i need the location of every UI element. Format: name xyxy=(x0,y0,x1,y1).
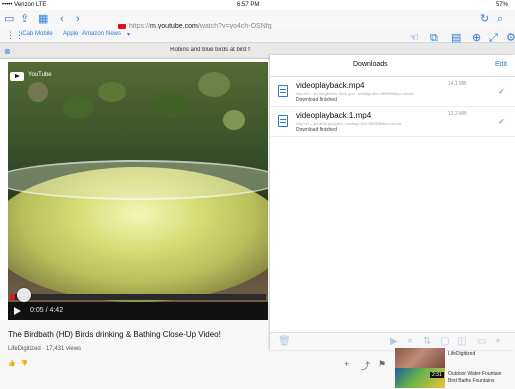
reaction-icons: 👍 · 👎 xyxy=(8,361,29,367)
related-video-title[interactable]: LifeDigitized xyxy=(448,351,475,357)
browser-window: ••••• Verizon LTE 6:57 PM 57% ▭ ⇪ ▦ ‹ › … xyxy=(0,0,515,389)
download-status: Download finished xyxy=(296,127,337,133)
downloads-toolbar: 🗑 ▶ × ⇅ ▢ ◫ ▭ + xyxy=(270,332,515,350)
reload-icon[interactable]: ↻ xyxy=(480,14,489,25)
download-size: 14.1 MB xyxy=(448,81,467,87)
bookmark-icab-mobile[interactable]: iCab Mobile xyxy=(21,31,53,37)
play-icon[interactable]: ▶ xyxy=(390,336,398,347)
related-video-duration: 2:31 xyxy=(430,372,444,378)
downloads-title: Downloads xyxy=(353,61,388,68)
flag-icon[interactable]: ⚑ xyxy=(378,359,386,370)
download-item[interactable]: videoplayback.mp4 14.1 MB http://r2---sn… xyxy=(270,77,515,107)
transfer-icon[interactable]: ⇅ xyxy=(423,336,431,347)
folder-icon[interactable]: ▢ xyxy=(440,336,449,347)
status-bar: ••••• Verizon LTE 6:57 PM 57% xyxy=(0,0,515,10)
birdbath-video-frame xyxy=(8,62,268,302)
search-icon[interactable]: ⌕ xyxy=(497,14,503,25)
delete-icon[interactable]: × xyxy=(407,336,413,347)
browser-toolbar: ▭ ⇪ ▦ ‹ › https://m.youtube.com/watch?v=… xyxy=(0,10,515,30)
battery-label: 57% xyxy=(495,2,508,8)
trash-icon[interactable]: 🗑 xyxy=(278,336,291,347)
video-title[interactable]: The Birdbath (HD) Birds drinking & Bathi… xyxy=(8,330,221,339)
youtube-logo-icon[interactable] xyxy=(10,72,24,81)
video-progress-fill xyxy=(10,294,16,300)
download-status: Download finished xyxy=(296,97,337,103)
downloads-header: Downloads Edit xyxy=(270,55,515,77)
window-icon[interactable]: ▭ xyxy=(477,336,486,347)
sidebar-icon[interactable]: ▭ xyxy=(4,14,14,25)
downloads-panel: Downloads Edit videoplayback.mp4 14.1 MB… xyxy=(270,55,515,350)
back-arrow-icon[interactable]: ‹ xyxy=(60,14,64,25)
news-dropdown-icon[interactable]: ▾ xyxy=(127,31,130,38)
checkmark-icon: ✓ xyxy=(498,87,505,96)
video-progress-handle[interactable] xyxy=(17,288,31,302)
forward-arrow-icon[interactable]: › xyxy=(76,14,80,25)
related-video-title[interactable]: Outdoor Water Fountain xyxy=(448,371,501,377)
plus-icon[interactable]: + xyxy=(495,336,501,347)
download-url: http://r2---sn-tkeg6veks-4knk.goo...mett… xyxy=(296,91,414,96)
download-url: http://r1---sn-ab5l.googlevi...mettag=&i… xyxy=(296,121,402,126)
download-item[interactable]: videoplayback.1.mp4 12.2 MB http://r1---… xyxy=(270,107,515,137)
youtube-favicon-icon xyxy=(118,23,126,29)
related-video-thumbnail[interactable] xyxy=(395,348,445,368)
share-icon[interactable]: ⇪ xyxy=(20,14,29,25)
youtube-label: YouTube xyxy=(28,72,52,78)
video-player[interactable] xyxy=(8,62,268,302)
play-icon[interactable] xyxy=(14,307,21,315)
bookmark-amazon[interactable]: Amazon xyxy=(82,31,104,37)
edit-button[interactable]: Edit xyxy=(495,61,507,68)
download-filename: videoplayback.1.mp4 xyxy=(296,111,372,120)
bookmark-apple[interactable]: Apple xyxy=(63,31,78,37)
channel-name[interactable]: LifeDigitized xyxy=(8,346,41,352)
download-size: 12.2 MB xyxy=(448,111,467,117)
view-count: · 17,431 views xyxy=(42,346,82,352)
tab-close-icon[interactable]: ⊗ xyxy=(4,46,11,57)
download-filename: videoplayback.mp4 xyxy=(296,81,365,90)
tabs-icon[interactable]: ▦ xyxy=(38,14,48,25)
bookmarks-bar: ⋮⋮ iCab Mobile Apple Amazon News ▾ ☜ ⧉ ▤… xyxy=(0,29,515,44)
channel-meta: LifeDigitized · 17,431 views xyxy=(8,346,81,352)
share-icon[interactable]: ⤴ xyxy=(361,359,370,372)
time-label: 6:57 PM xyxy=(237,2,260,8)
video-progress-bar[interactable] xyxy=(10,294,266,300)
related-video-subtitle[interactable]: Bird Baths Fountains xyxy=(448,378,494,384)
checkmark-icon: ✓ xyxy=(498,117,505,126)
camera-icon[interactable]: ◫ xyxy=(457,336,466,347)
video-file-icon xyxy=(278,85,288,97)
video-time: 0:05 / 4:42 xyxy=(30,307,64,314)
carrier-label: ••••• Verizon LTE xyxy=(2,2,47,8)
bookmark-news[interactable]: News xyxy=(106,31,121,37)
related-video-thumbnail[interactable] xyxy=(395,368,445,388)
add-icon[interactable]: + xyxy=(344,359,349,369)
video-file-icon xyxy=(278,115,288,127)
birdbath-rim xyxy=(8,160,268,200)
current-tab-title[interactable]: Robins and blue birds at bird f xyxy=(130,47,290,53)
